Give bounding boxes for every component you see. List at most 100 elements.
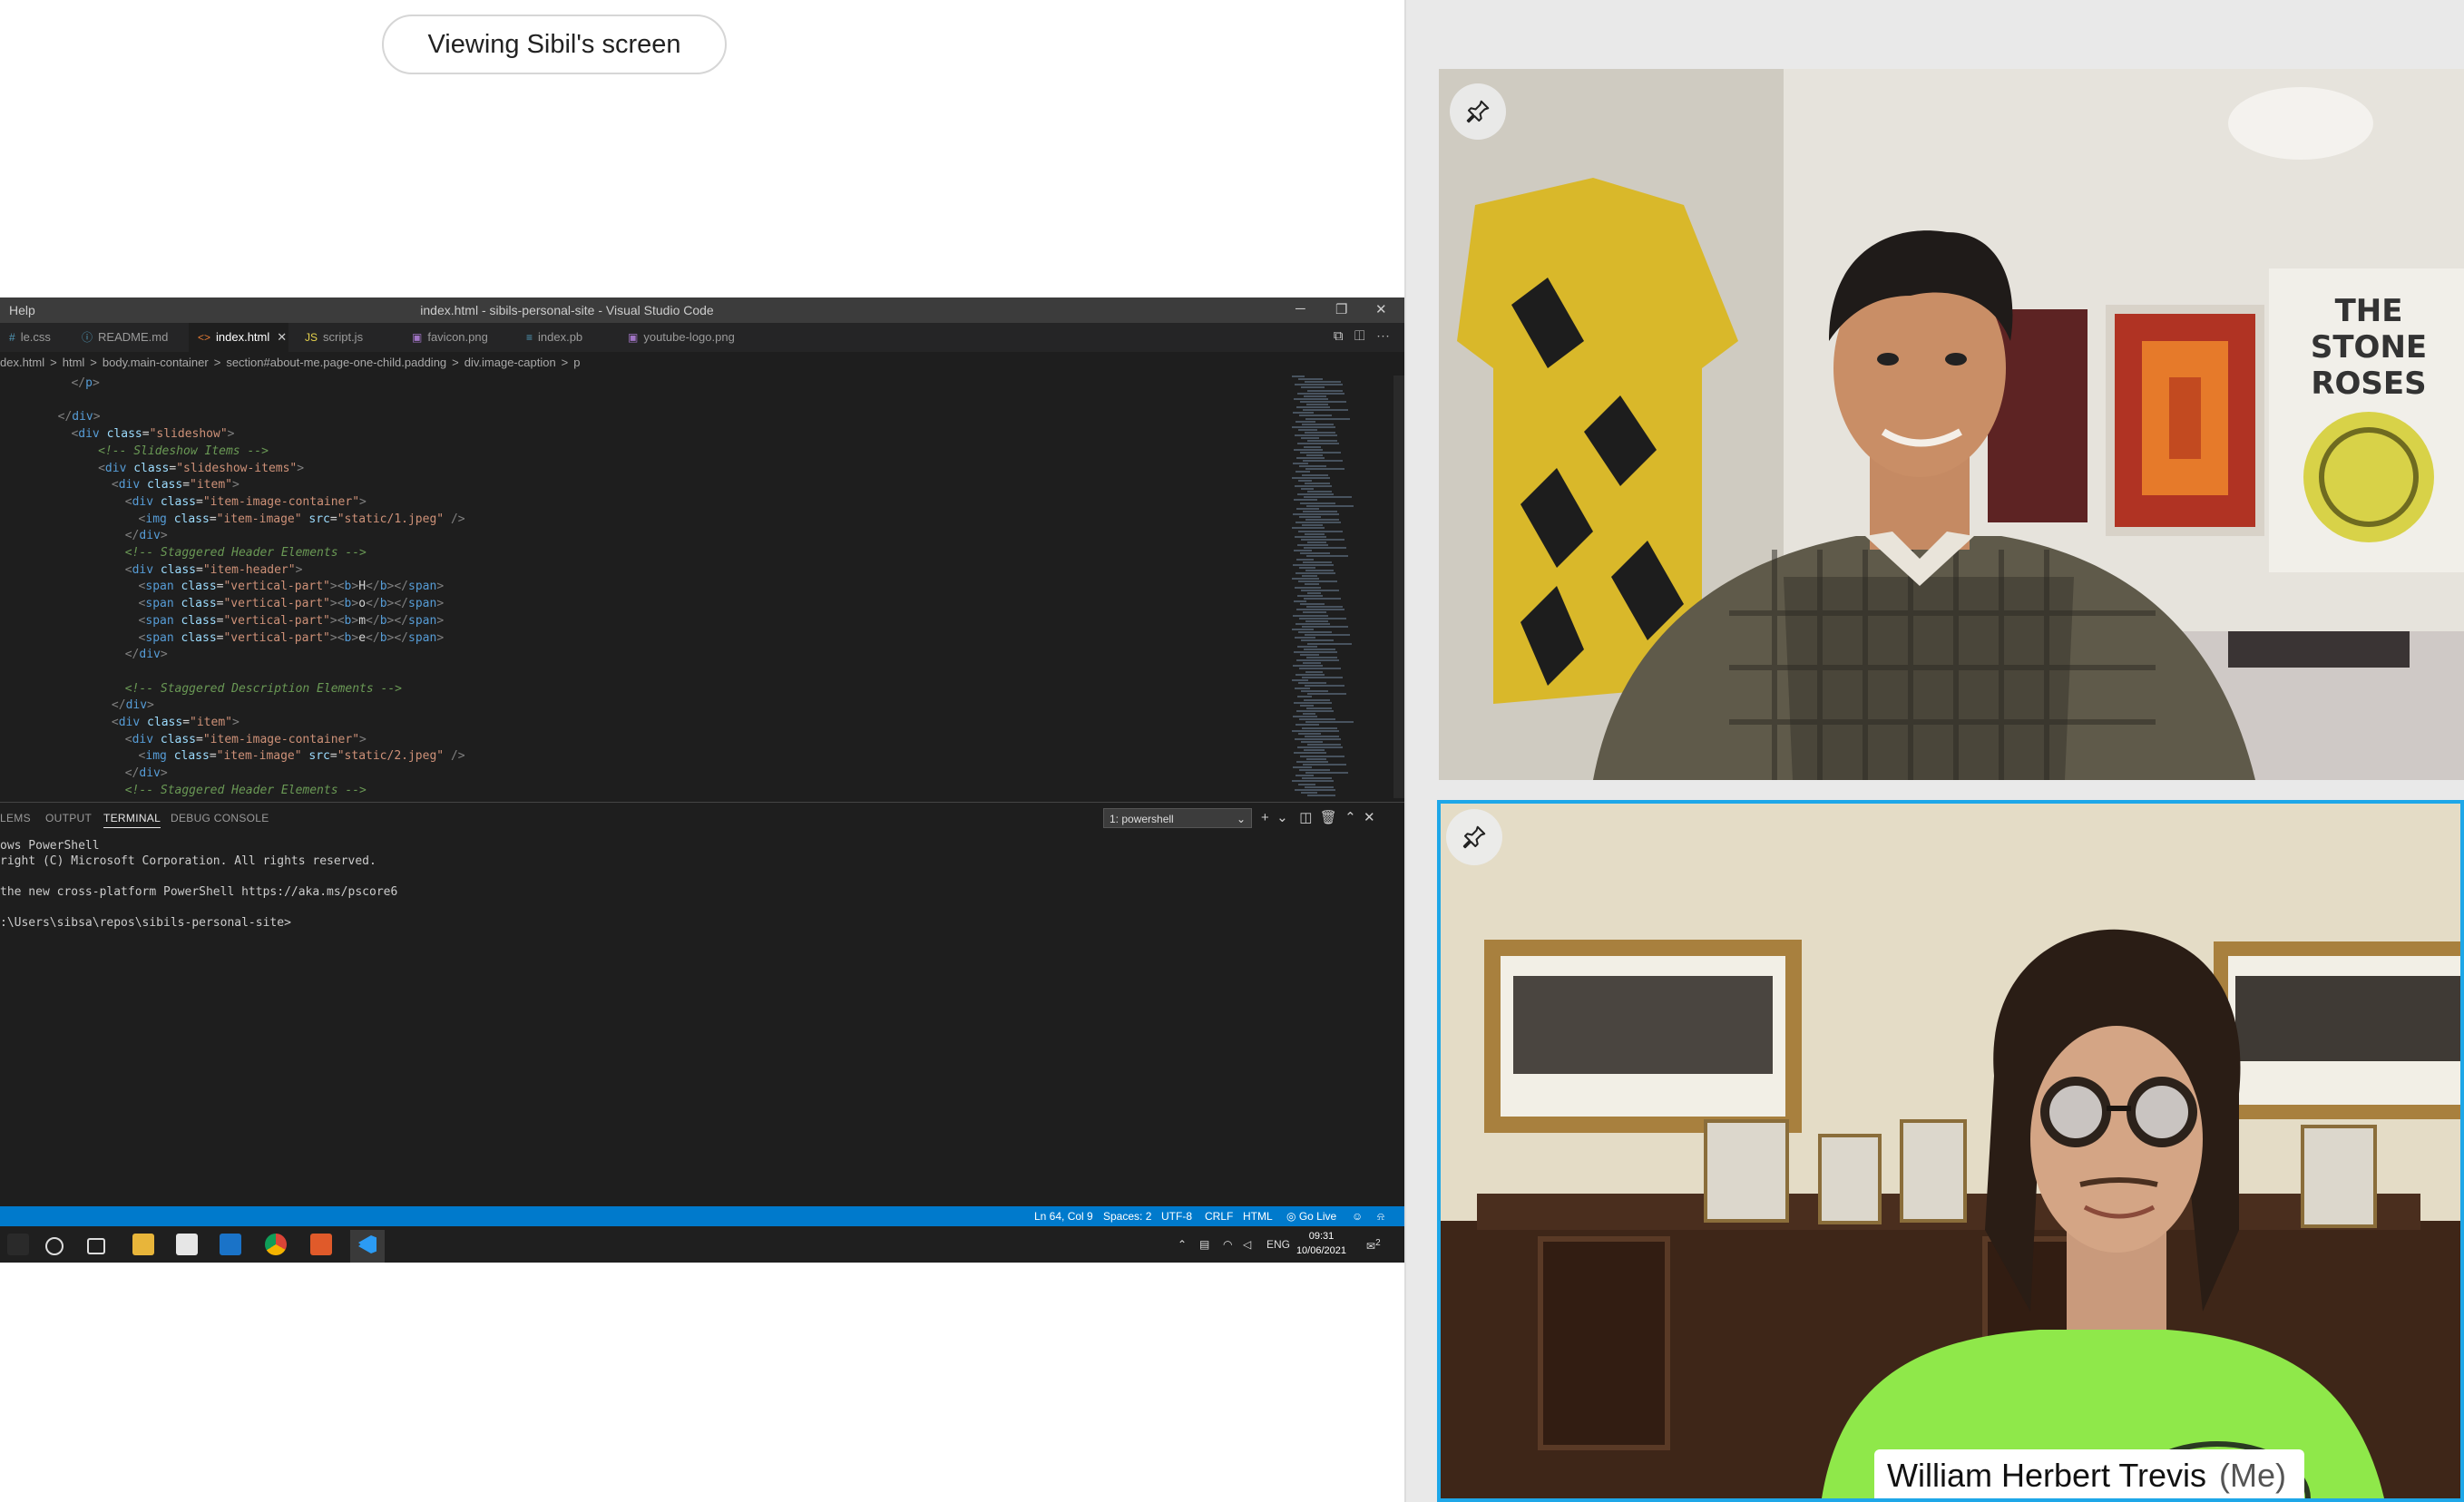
tab-label: favicon.png — [427, 330, 488, 344]
vscode-taskbar-icon[interactable] — [350, 1230, 385, 1263]
code-line[interactable]: <span class="vertical-part"><b>e</b></sp… — [139, 630, 445, 648]
terminal-line: the new cross-platform PowerShell https:… — [0, 885, 398, 899]
bell-icon[interactable]: ⍾ — [1377, 1210, 1384, 1224]
tab-le-css[interactable]: # le.css — [0, 323, 64, 352]
code-line[interactable]: </div> — [125, 528, 168, 545]
minimap-line — [1294, 701, 1332, 704]
add-terminal-icon[interactable]: + — [1261, 810, 1269, 825]
input-language[interactable]: ENG — [1266, 1238, 1290, 1251]
breadcrumb-item[interactable]: dex.html — [0, 356, 44, 369]
breadcrumb-item[interactable]: body.main-container — [103, 356, 209, 369]
store-icon[interactable] — [176, 1234, 198, 1255]
close-tab-icon[interactable]: ✕ — [277, 330, 287, 344]
minimap-line — [1292, 578, 1319, 580]
split-terminal-icon[interactable]: ◫ — [1299, 810, 1312, 825]
breadcrumb-item[interactable]: section#about-me.page-one-child.padding — [226, 356, 446, 369]
breadcrumb-item[interactable]: div.image-caption — [464, 356, 556, 369]
search-icon[interactable] — [45, 1237, 64, 1255]
chevron-down-icon[interactable]: ⌄ — [1276, 810, 1288, 825]
tab-index-html[interactable]: <> index.html ✕ — [189, 323, 288, 352]
viewing-screen-banner[interactable]: Viewing Sibil's screen — [382, 15, 727, 74]
volume-icon[interactable]: ◁ — [1243, 1238, 1251, 1251]
code-line[interactable]: </div> — [125, 647, 168, 664]
breadcrumb-item[interactable]: p — [573, 356, 580, 369]
language-mode[interactable]: HTML — [1243, 1210, 1273, 1223]
tab-youtube-logo-png[interactable]: ▣ youtube-logo.png — [619, 323, 764, 352]
minimap-line — [1305, 685, 1344, 687]
code-line[interactable]: <div class="item-image-container"> — [125, 732, 367, 749]
notification-center-icon[interactable]: ✉2 — [1366, 1238, 1381, 1253]
taskbar-clock[interactable]: 09:31 10/06/2021 — [1296, 1229, 1346, 1258]
panel-tab-debug-console[interactable]: DEBUG CONSOLE — [171, 812, 269, 824]
code-line[interactable]: <span class="vertical-part"><b>o</b></sp… — [139, 596, 445, 613]
minimap-line — [1307, 794, 1335, 796]
tab-script-js[interactable]: JS script.js — [296, 323, 396, 352]
code-line[interactable]: </div> — [112, 697, 154, 715]
code-line[interactable]: <div class="item-header"> — [125, 562, 303, 580]
restore-icon[interactable]: ❐ — [1335, 301, 1347, 317]
minimap[interactable] — [1286, 376, 1393, 798]
self-video-tile[interactable]: William Herbert Trevis (Me) — [1437, 800, 2464, 1502]
chrome-icon[interactable] — [265, 1234, 287, 1255]
close-panel-icon[interactable]: ✕ — [1364, 810, 1375, 825]
code-line[interactable]: <div class="slideshow"> — [71, 426, 234, 444]
participant-video-tile[interactable]: THE STONE ROSES — [1439, 69, 2464, 780]
code-line[interactable]: </p> — [71, 376, 99, 393]
split-editor-icon[interactable]: ◫ — [1354, 328, 1364, 344]
compare-icon[interactable]: ⧉ — [1334, 328, 1344, 344]
tab-index-pb[interactable]: ≡ index.pb — [517, 323, 611, 352]
tab-favicon-png[interactable]: ▣ favicon.png — [403, 323, 510, 352]
maximize-panel-icon[interactable]: ⌃ — [1344, 810, 1356, 825]
cursor-position[interactable]: Ln 64, Col 9 — [1034, 1210, 1093, 1223]
feedback-icon[interactable]: ☺ — [1352, 1210, 1363, 1223]
minimap-line — [1292, 476, 1330, 479]
code-line[interactable]: <div class="item"> — [112, 715, 240, 732]
task-view-icon[interactable] — [87, 1238, 105, 1254]
tab-readme-md[interactable]: ⓘ README.md — [73, 323, 180, 352]
file-explorer-icon[interactable] — [132, 1234, 154, 1255]
more-actions-icon[interactable]: ⋯ — [1376, 328, 1390, 344]
trash-icon[interactable]: 🗑 — [1320, 810, 1337, 825]
panel-tab-terminal[interactable]: TERMINAL — [103, 812, 161, 828]
code-line[interactable]: <!-- Staggered Description Elements --> — [125, 681, 402, 698]
outlook-icon[interactable] — [220, 1234, 241, 1255]
code-line[interactable]: </div> — [125, 766, 168, 783]
breadcrumb-item[interactable]: html — [63, 356, 85, 369]
tab-label: index.pb — [538, 330, 583, 344]
panel-tab-output[interactable]: OUTPUT — [45, 812, 92, 824]
pin-video-button[interactable] — [1450, 83, 1506, 140]
shared-screen-vscode: Help index.html - sibils-personal-site -… — [0, 297, 1404, 1263]
go-live-button[interactable]: ◎ Go Live — [1286, 1210, 1336, 1223]
terminal-select[interactable]: 1: powershell ⌄ — [1103, 808, 1252, 828]
css-file-icon: # — [9, 331, 15, 344]
network-icon[interactable]: ▤ — [1199, 1238, 1209, 1251]
app-icon[interactable] — [310, 1234, 332, 1255]
code-line[interactable]: <div class="item"> — [112, 477, 240, 494]
minimap-line — [1304, 597, 1341, 600]
line-ending[interactable]: CRLF — [1205, 1210, 1233, 1223]
code-line[interactable]: <!-- Staggered Header Elements --> — [125, 545, 367, 562]
code-line[interactable]: <img class="item-image" src="static/1.jp… — [139, 512, 465, 529]
pin-video-button[interactable] — [1446, 809, 1502, 865]
indentation[interactable]: Spaces: 2 — [1103, 1210, 1151, 1223]
minimize-icon[interactable]: ─ — [1296, 301, 1305, 317]
code-line[interactable]: <!-- Slideshow Items --> — [98, 444, 269, 461]
code-line[interactable]: <span class="vertical-part"><b>m</b></sp… — [139, 613, 445, 630]
code-line[interactable]: <img class="item-image" src="static/2.jp… — [139, 748, 465, 766]
panel-tab-lems[interactable]: LEMS — [0, 812, 31, 824]
pane-divider[interactable] — [1404, 0, 1424, 1502]
code-line[interactable]: </div> — [58, 409, 101, 426]
minimap-line — [1306, 606, 1343, 609]
code-line[interactable]: <!-- Staggered Header Elements --> — [125, 783, 367, 798]
encoding[interactable]: UTF-8 — [1161, 1210, 1192, 1223]
code-editor[interactable]: </p> </div> <div class="slideshow"> <!-- Sl… — [0, 376, 1288, 798]
wifi-icon[interactable]: ◠ — [1223, 1238, 1232, 1251]
code-line[interactable]: <div class="slideshow-items"> — [98, 461, 304, 478]
minimap-line — [1296, 609, 1344, 611]
chevron-up-icon[interactable]: ⌃ — [1178, 1238, 1187, 1251]
windows-start-icon[interactable] — [7, 1234, 29, 1255]
code-line[interactable]: <div class="item-image-container"> — [125, 494, 367, 512]
code-line[interactable]: <span class="vertical-part"><b>H</b></sp… — [139, 579, 445, 596]
close-icon[interactable]: ✕ — [1375, 301, 1387, 317]
editor-scrollbar[interactable] — [1393, 376, 1404, 798]
